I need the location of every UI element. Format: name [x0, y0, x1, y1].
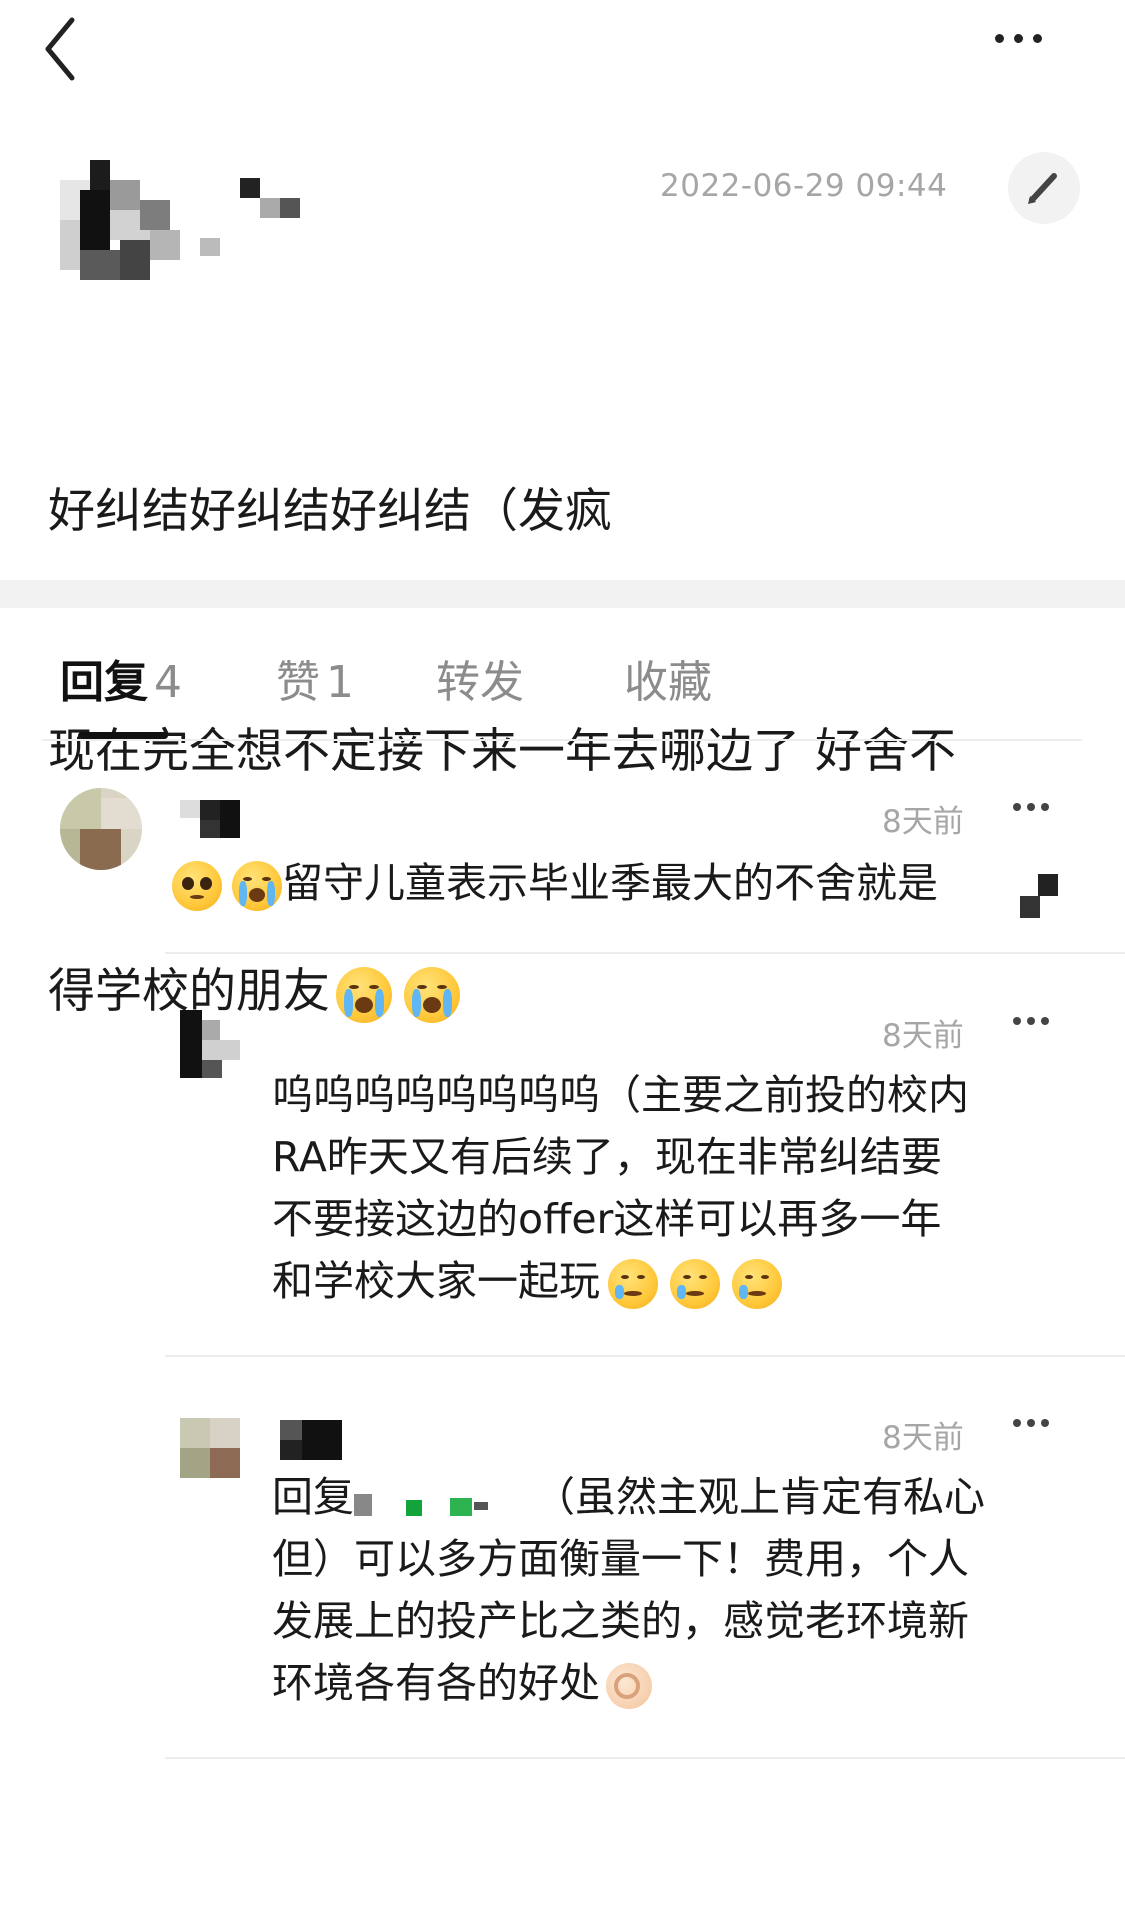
tab-repost[interactable]: 转发 [436, 646, 524, 710]
comment-divider [165, 952, 1125, 954]
commenter-avatar[interactable] [60, 788, 142, 870]
post-body: 好纠结好纠结好纠结（发疯 现在完全想不定接下来一年去哪边了 好舍不 得学校的朋友 [48, 312, 1088, 1112]
more-horizontal-icon [1010, 1010, 1052, 1029]
comment-divider [165, 1355, 1125, 1357]
post-timestamp: 2022-06-29 09:44 [660, 168, 948, 204]
post-line: 好纠结好纠结好纠结（发疯 [48, 484, 612, 539]
loudly-crying-emoji-icon [232, 861, 282, 911]
more-options-button[interactable] [990, 28, 1080, 68]
comment-more-button[interactable] [1010, 796, 1070, 826]
commenter-avatar[interactable] [180, 1000, 240, 1078]
tab-reply[interactable]: 回复 4 [60, 646, 182, 710]
loudly-crying-emoji-icon [336, 966, 392, 1023]
pencil-icon [1028, 173, 1057, 204]
commenter-name[interactable] [280, 1420, 342, 1460]
commenter-avatar[interactable] [180, 1418, 240, 1478]
chevron-left-icon [45, 17, 75, 81]
redacted-text-block [1020, 874, 1060, 920]
back-button[interactable] [40, 14, 100, 84]
comment-more-button[interactable] [1010, 1412, 1070, 1442]
section-separator [0, 580, 1125, 608]
active-tab-indicator [78, 732, 168, 739]
more-horizontal-icon [1010, 1412, 1052, 1431]
tab-like[interactable]: 赞1 [276, 646, 354, 710]
smiling-with-tear-emoji-icon [732, 1259, 782, 1309]
tab-count: 4 [154, 657, 182, 708]
author-name[interactable] [200, 178, 310, 258]
tab-favorite[interactable]: 收藏 [624, 646, 712, 710]
comment-body: 呜呜呜呜呜呜呜呜（主要之前投的校内 RA昨天又有后续了，现在非常纠结要 不要接这… [272, 1064, 1072, 1312]
smiling-with-tear-emoji-icon [608, 1259, 658, 1309]
edit-button[interactable] [1008, 152, 1080, 224]
comment-time: 8天前 [882, 804, 964, 840]
comment-time: 8天前 [882, 1018, 964, 1054]
comment-divider [165, 1757, 1125, 1759]
more-horizontal-icon [1010, 796, 1052, 815]
comment-body: 回复 （虽然主观上肯定有私心 但）可以多方面衡量一下！费用，个人 发展上的投产比… [272, 1473, 985, 1709]
redacted-mention[interactable] [354, 1480, 534, 1520]
loudly-crying-emoji-icon [404, 966, 460, 1023]
tab-count: 1 [326, 657, 354, 708]
smiling-with-tear-emoji-icon [670, 1259, 720, 1309]
comment-more-button[interactable] [1010, 1010, 1070, 1040]
tabs-divider [42, 739, 1082, 741]
commenter-name[interactable] [180, 800, 240, 840]
author-avatar[interactable] [60, 160, 180, 280]
ok-hand-emoji-icon [606, 1663, 652, 1709]
comment-body: 留守儿童表示毕业季最大的不舍就是 [172, 852, 1072, 914]
comment-time: 8天前 [882, 1420, 964, 1456]
pleading-face-emoji-icon [172, 861, 222, 911]
post-line: 现在完全想不定接下来一年去哪边了 好舍不 [48, 724, 956, 779]
more-horizontal-icon [990, 28, 1047, 47]
reply-prefix: 回复 [272, 1473, 354, 1521]
